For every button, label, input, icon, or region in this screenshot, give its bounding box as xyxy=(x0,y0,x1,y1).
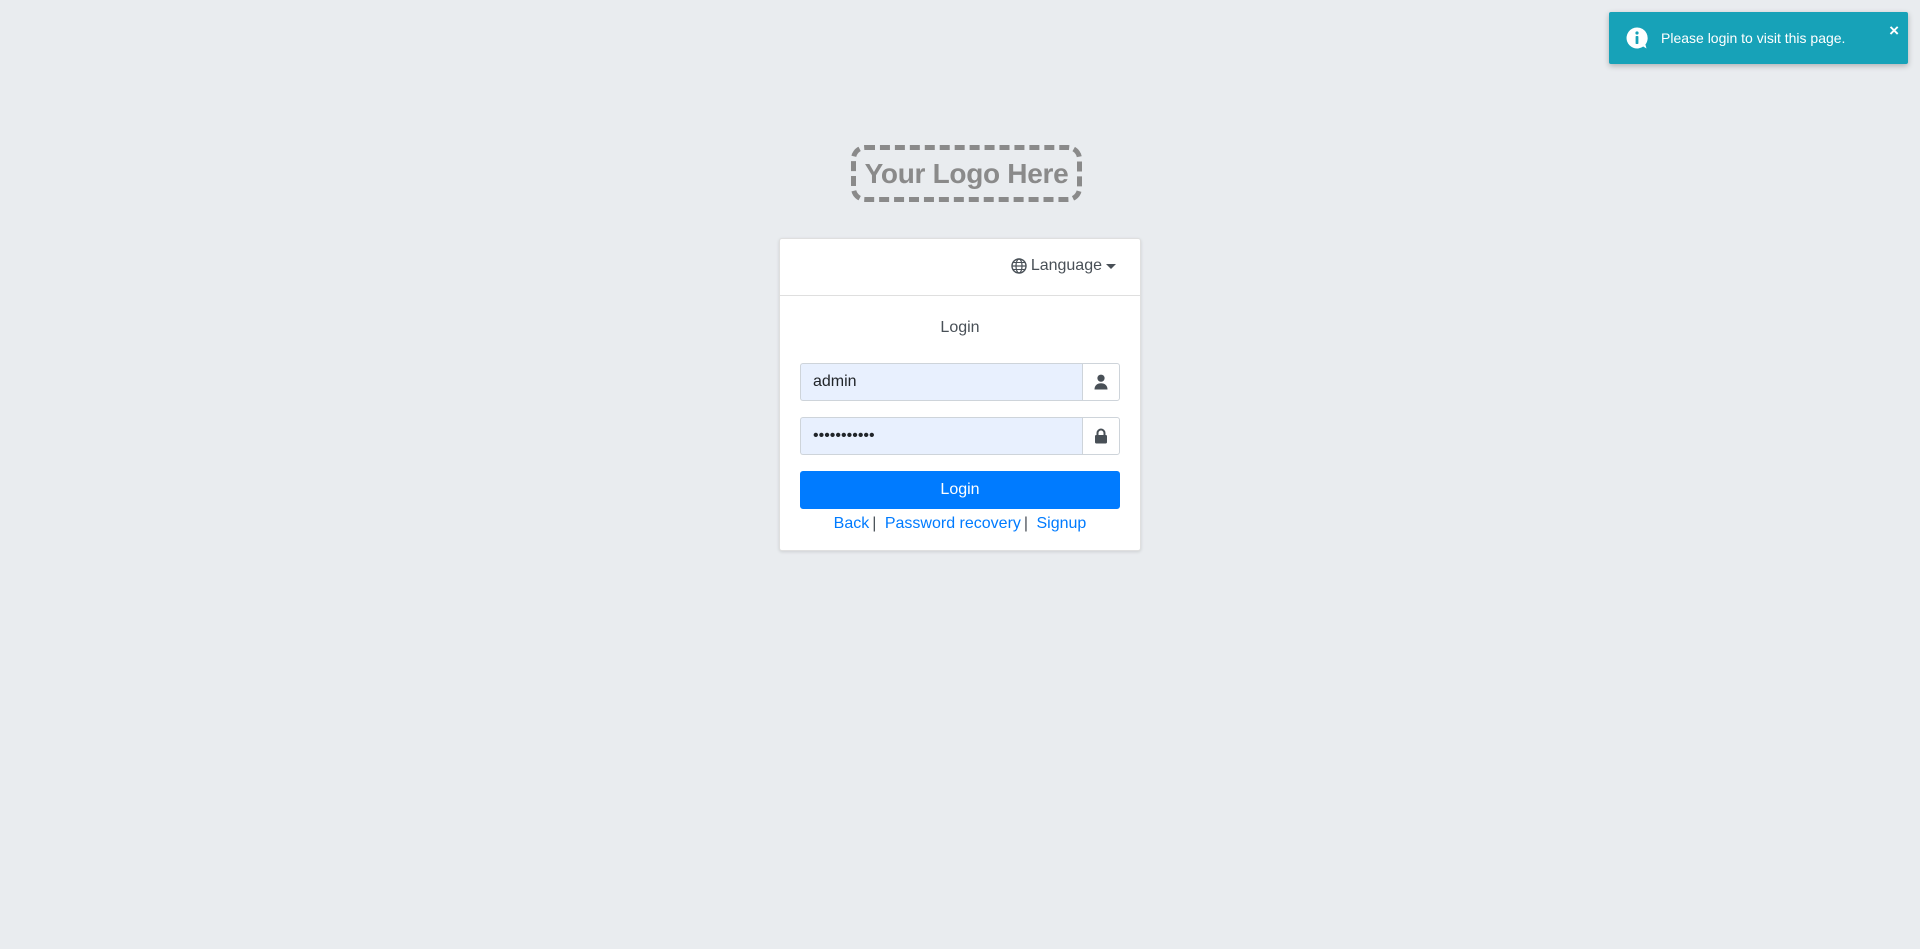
lock-icon xyxy=(1082,417,1120,455)
close-icon[interactable]: × xyxy=(1889,22,1899,39)
login-card: Language Login Login xyxy=(779,238,1141,551)
language-dropdown[interactable]: Language xyxy=(1011,257,1116,275)
username-input[interactable] xyxy=(800,363,1082,401)
back-link[interactable]: Back xyxy=(834,515,870,532)
toast-message: Please login to visit this page. xyxy=(1661,30,1846,46)
login-button[interactable]: Login xyxy=(800,471,1120,509)
card-body: Login Login Back| Password recove xyxy=(780,319,1140,533)
link-separator: | xyxy=(1023,515,1029,532)
login-title: Login xyxy=(940,319,980,336)
password-group xyxy=(800,417,1120,455)
link-separator: | xyxy=(872,515,877,532)
signup-link[interactable]: Signup xyxy=(1037,515,1087,532)
password-input[interactable] xyxy=(800,417,1082,455)
auth-links: Back | Password recovery | Signup xyxy=(800,515,1120,533)
card-header: Language xyxy=(780,239,1140,296)
password-recovery-link[interactable]: Password recovery xyxy=(885,515,1021,532)
globe-icon xyxy=(1011,258,1027,274)
notification-toast: Please login to visit this page. × xyxy=(1609,12,1908,64)
caret-down-icon xyxy=(1106,263,1116,269)
logo: Your Logo Here xyxy=(851,145,1082,202)
user-icon xyxy=(1082,363,1120,401)
logo-text: Your Logo Here xyxy=(864,157,1069,189)
username-group xyxy=(800,363,1120,401)
language-label: Language xyxy=(1030,257,1102,274)
info-icon xyxy=(1625,26,1649,50)
